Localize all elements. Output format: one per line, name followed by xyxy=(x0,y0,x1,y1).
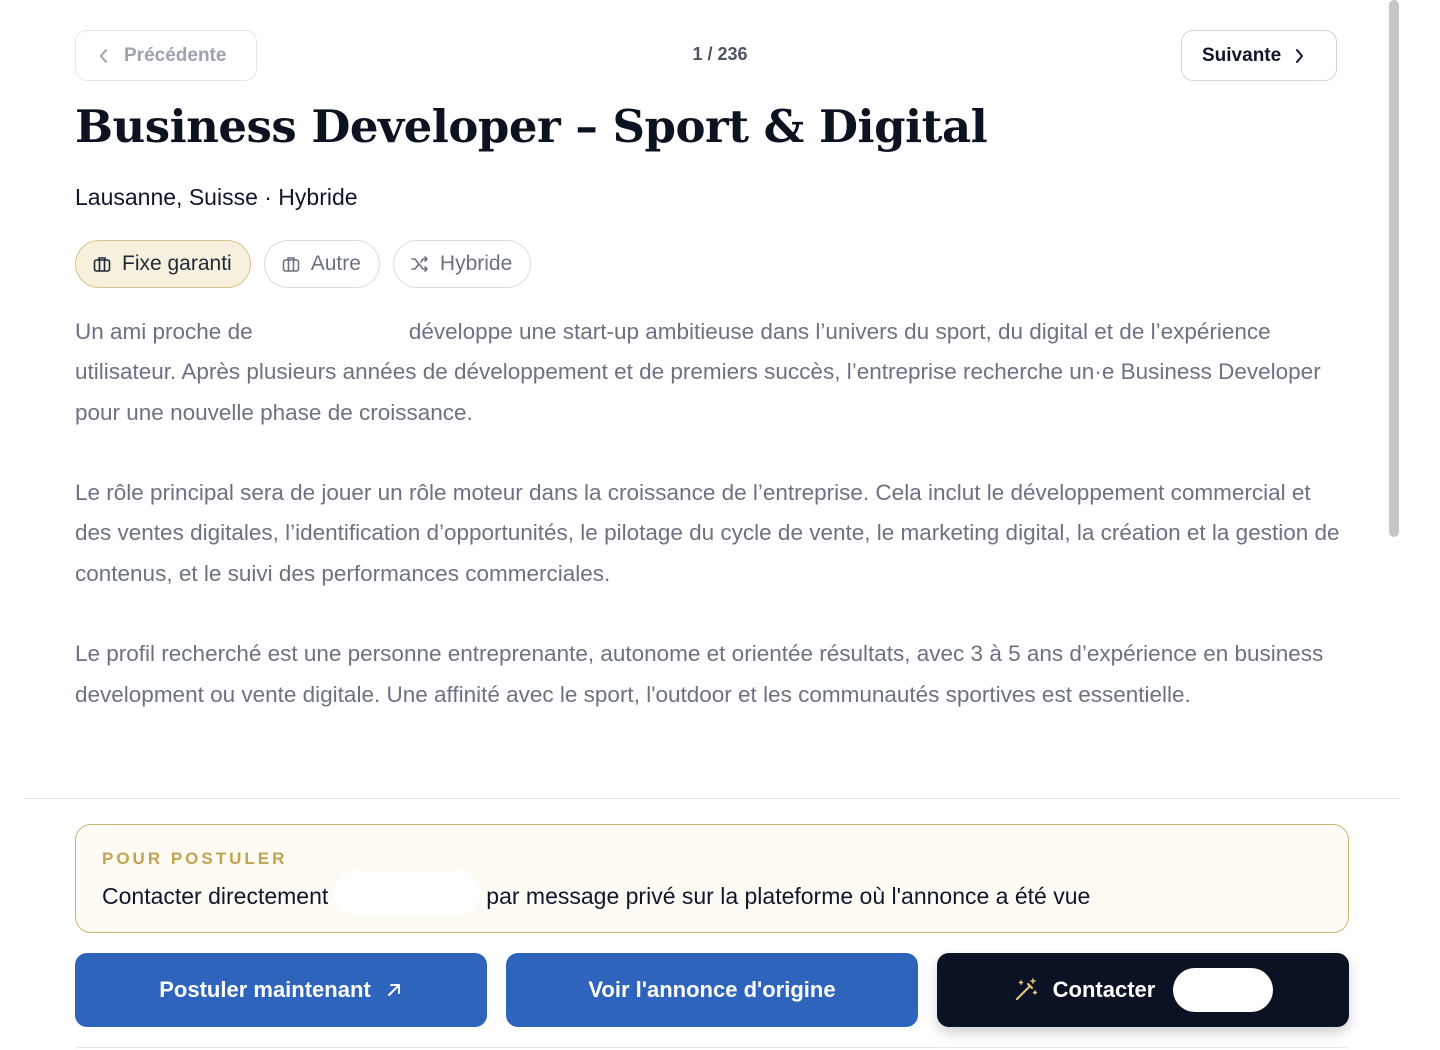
action-bar: Postuler maintenant Voir l'annonce d'ori… xyxy=(75,953,1349,1027)
next-label: Suivante xyxy=(1202,44,1282,66)
job-description: Un ami proche de développe une start-up … xyxy=(75,312,1345,755)
apply-text: Contacter directement par message privé … xyxy=(102,871,1322,915)
apply-now-button[interactable]: Postuler maintenant xyxy=(75,953,487,1027)
job-location: Lausanne, Suisse · Hybride xyxy=(75,184,358,210)
chevron-right-icon xyxy=(1296,48,1304,63)
description-paragraph: Le rôle principal sera de jouer un rôle … xyxy=(75,480,1340,586)
contact-button[interactable]: Contacter xyxy=(937,953,1349,1027)
arrow-up-right-icon xyxy=(387,984,400,996)
pagination-bar: Précédente 1 / 236 Suivante xyxy=(75,30,1337,81)
job-title: Business Developer – Sport & Digital xyxy=(75,100,988,153)
tag-contract[interactable]: Fixe garanti xyxy=(75,240,251,288)
apply-now-label: Postuler maintenant xyxy=(159,977,371,1002)
description-paragraph: Le profil recherché est une personne ent… xyxy=(75,641,1324,707)
briefcase-icon xyxy=(282,257,300,272)
tag-category[interactable]: Autre xyxy=(263,240,380,288)
apply-text-end: par message privé sur la plateforme où l… xyxy=(486,882,1091,909)
briefcase-icon xyxy=(93,257,111,272)
tag-label: Fixe garanti xyxy=(122,252,232,275)
redacted-name xyxy=(334,871,481,915)
tag-work-mode[interactable]: Hybride xyxy=(392,240,532,288)
tag-list: Fixe garanti Autre Hybride xyxy=(75,240,532,288)
magic-wand-icon xyxy=(1015,978,1037,1001)
tag-label: Autre xyxy=(310,252,361,275)
tag-label: Hybride xyxy=(439,252,513,275)
shuffle-icon xyxy=(411,256,428,272)
apply-instructions: POUR POSTULER Contacter directement par … xyxy=(75,824,1349,933)
page-counter: 1 / 236 xyxy=(692,44,748,64)
next-button[interactable]: Suivante xyxy=(1181,30,1337,81)
apply-heading: POUR POSTULER xyxy=(102,849,288,868)
view-original-label: Voir l'annonce d'origine xyxy=(588,977,836,1002)
apply-text-start: Contacter directement xyxy=(102,882,329,909)
contact-label: Contacter xyxy=(1052,977,1156,1002)
paragraph-text: Un ami proche de xyxy=(75,319,253,344)
divider xyxy=(24,798,1400,799)
view-original-button[interactable]: Voir l'annonce d'origine xyxy=(506,953,918,1027)
scrollbar-thumb[interactable] xyxy=(1389,0,1399,537)
redacted-name xyxy=(1173,968,1274,1012)
description-paragraph: Un ami proche de développe une start-up … xyxy=(75,312,1345,433)
redacted-name xyxy=(258,322,409,345)
